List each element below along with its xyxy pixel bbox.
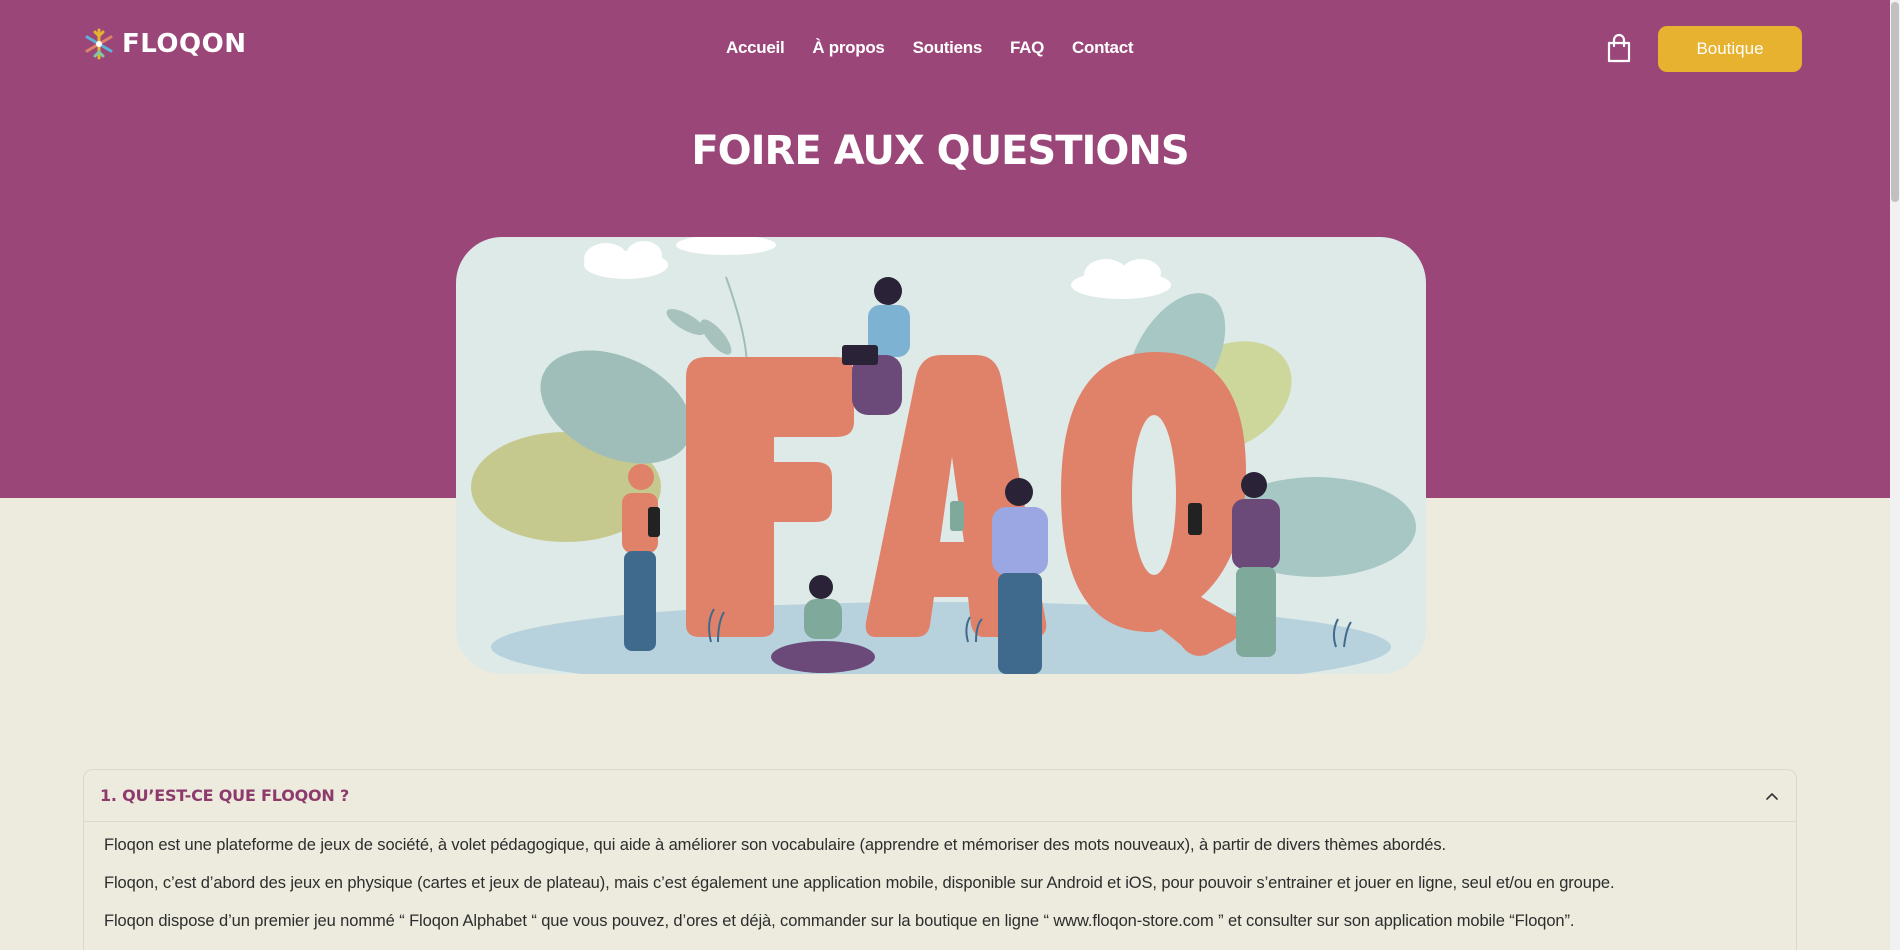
faq-answer-paragraph: Floqon est une plateforme de jeux de soc… <box>104 836 1446 854</box>
site-header: FLOQON Accueil À propos Soutiens FAQ Con… <box>0 0 1890 100</box>
nav-item-accueil[interactable]: Accueil <box>726 38 785 58</box>
page-title: FOIRE AUX QUESTIONS <box>691 128 1189 174</box>
chevron-up-icon[interactable] <box>1762 786 1782 806</box>
faq-question: 1. QU’EST-CE QUE FLOQON ? <box>100 786 350 805</box>
faq-answer: Floqon est une plateforme de jeux de soc… <box>84 822 1796 950</box>
faq-answer-paragraph: Floqon, c’est d’abord des jeux en physiq… <box>104 874 1615 892</box>
scrollbar-thumb[interactable] <box>1891 2 1899 202</box>
faq-item-header[interactable]: 1. QU’EST-CE QUE FLOQON ? <box>84 770 1796 822</box>
nav-item-faq[interactable]: FAQ <box>1010 38 1044 58</box>
boutique-button[interactable]: Boutique <box>1658 26 1802 72</box>
faq-illustration <box>456 237 1426 674</box>
faq-accordion: 1. QU’EST-CE QUE FLOQON ? Floqon est une… <box>83 769 1797 950</box>
shopping-bag-icon[interactable] <box>1605 33 1633 63</box>
nav-item-a-propos[interactable]: À propos <box>812 38 885 58</box>
brand-logo[interactable]: FLOQON <box>84 26 246 62</box>
faq-answer-paragraph: Floqon dispose d’un premier jeu nommé “ … <box>104 912 1575 930</box>
snowflake-logo-icon <box>85 28 113 60</box>
nav-item-soutiens[interactable]: Soutiens <box>913 38 983 58</box>
nav-item-contact[interactable]: Contact <box>1072 38 1133 58</box>
faq-illustration-art <box>471 237 1416 674</box>
vertical-scrollbar[interactable] <box>1890 0 1900 950</box>
main-nav: Accueil À propos Soutiens FAQ Contact <box>726 38 1134 58</box>
brand-name: FLOQON <box>122 29 247 59</box>
